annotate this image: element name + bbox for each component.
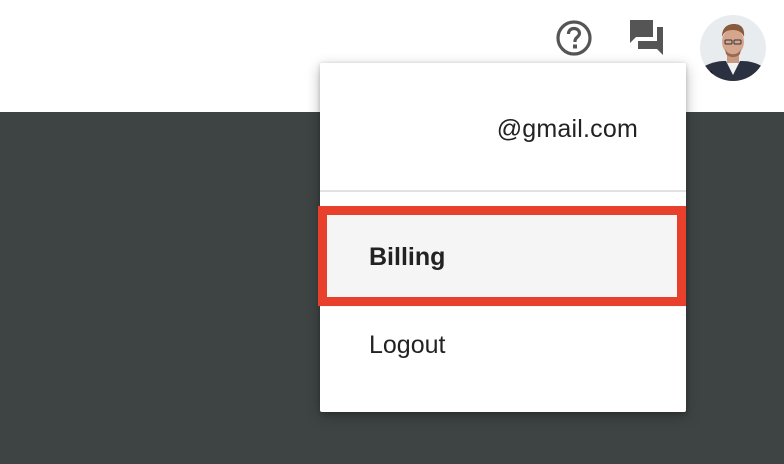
menu-item-label: Billing: [369, 242, 446, 271]
user-avatar[interactable]: [700, 15, 766, 81]
chat-button[interactable]: [625, 16, 669, 60]
account-menu: @gmail.com Billing Logout: [320, 63, 686, 412]
menu-item-label: Logout: [369, 330, 446, 359]
menu-item-billing[interactable]: Billing: [320, 207, 686, 307]
forum-icon: [630, 20, 663, 55]
avatar-photo: [700, 15, 766, 81]
help-circle-icon: [556, 20, 592, 56]
help-button[interactable]: [552, 16, 596, 60]
menu-item-logout[interactable]: Logout: [320, 307, 686, 383]
app-page: @gmail.com Billing Logout: [0, 0, 784, 464]
menu-divider: [320, 190, 686, 192]
account-email: @gmail.com: [496, 115, 638, 143]
